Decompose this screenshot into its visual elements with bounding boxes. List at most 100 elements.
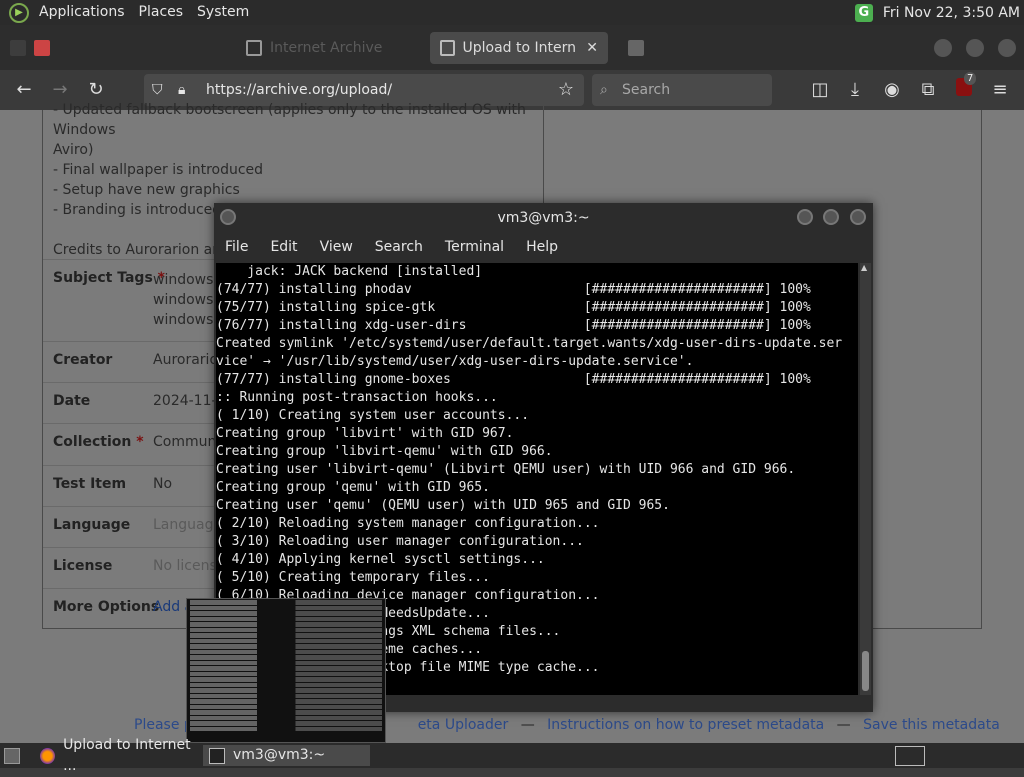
taskbar-label: vm3@vm3:~ <box>233 747 326 763</box>
terminal-close-button[interactable] <box>850 209 866 225</box>
tab-gmail[interactable] <box>10 32 58 64</box>
terminal-maximize-button[interactable] <box>823 209 839 225</box>
extensions-icon[interactable]: ⧉ <box>916 78 940 102</box>
field-value[interactable]: No <box>153 476 172 492</box>
downloads-icon[interactable]: ⤓ <box>843 78 867 102</box>
tab-label: Internet Archive <box>270 40 383 56</box>
scroll-up-icon[interactable]: ▲ <box>861 263 867 272</box>
menu-places[interactable]: Places <box>132 0 191 25</box>
footer-link-save[interactable]: Save this metadata <box>863 717 1000 733</box>
image-icon <box>628 40 644 56</box>
search-placeholder: Search <box>622 82 671 98</box>
footer-link-instructions[interactable]: Instructions on how to preset metadata <box>547 717 824 733</box>
terminal-menubar: File Edit View Search Terminal Help <box>214 235 873 260</box>
field-value[interactable]: No licens <box>153 558 217 574</box>
preview-line <box>190 699 382 704</box>
close-tab-icon[interactable]: ✕ <box>586 32 598 64</box>
description-line: - Updated fallback bootscreen (applies o… <box>53 102 526 138</box>
preview-line <box>190 671 382 676</box>
preview-line <box>190 682 382 687</box>
pocket-icon[interactable]: ◫ <box>808 78 832 102</box>
account-icon[interactable]: ◉ <box>880 78 904 102</box>
taskbar-label: Upload to Internet ... <box>63 736 191 774</box>
preview-line <box>190 721 382 726</box>
taskbar-item-terminal[interactable]: vm3@vm3:~ <box>203 745 370 766</box>
preview-line <box>190 666 382 671</box>
preview-line <box>190 677 382 682</box>
tab-upload[interactable]: Upload to Internet Ar ✕ <box>430 32 608 64</box>
top-panel: ▶ Applications Places System G Fri Nov 2… <box>0 0 1024 25</box>
terminal-line: (77/77) installing gnome-boxes [########… <box>216 372 811 387</box>
menu-icon[interactable]: ≡ <box>988 78 1012 102</box>
field-value[interactable]: Communi <box>153 434 220 450</box>
description-line: - Final wallpaper is introduced <box>53 162 264 178</box>
field-value[interactable]: 2024-11- <box>153 393 217 409</box>
clock[interactable]: Fri Nov 22, 3:50 AM <box>883 5 1024 21</box>
gmail-icon <box>34 40 50 56</box>
bookmark-star-icon[interactable]: ☆ <box>558 74 574 106</box>
applications-logo-icon[interactable]: ▶ <box>9 2 29 23</box>
terminal-menu-file[interactable]: File <box>214 235 259 260</box>
terminal-minimize-button[interactable] <box>797 209 813 225</box>
terminal-line: ( 3/10) Reloading user manager configura… <box>216 534 584 549</box>
preview-line <box>190 622 382 627</box>
footer-link-please[interactable]: Please p <box>134 717 193 733</box>
terminal-line: (76/77) installing xdg-user-dirs [######… <box>216 318 811 333</box>
preview-line <box>190 655 382 660</box>
field-label: More Options <box>53 599 160 615</box>
terminal-menu-search[interactable]: Search <box>364 235 434 260</box>
preview-line <box>190 644 382 649</box>
container-icon <box>10 40 26 56</box>
close-window-button[interactable] <box>998 39 1016 57</box>
terminal-menu-terminal[interactable]: Terminal <box>434 235 515 260</box>
terminal-line: ( 5/10) Creating temporary files... <box>216 570 490 585</box>
field-label: Creator <box>53 352 113 368</box>
maximize-button[interactable] <box>966 39 984 57</box>
forward-icon[interactable]: → <box>48 78 72 102</box>
archive-icon <box>246 40 262 56</box>
terminal-line: Creating group 'libvirt' with GID 967. <box>216 426 514 441</box>
field-label: Language <box>53 517 131 533</box>
field-label: Collection * <box>53 434 144 450</box>
workspace-switcher[interactable] <box>895 746 925 766</box>
description-line: - Setup have new graphics <box>53 182 240 198</box>
back-icon[interactable]: ← <box>12 78 36 102</box>
tab-image[interactable] <box>628 32 652 64</box>
show-desktop-button[interactable] <box>2 745 24 766</box>
description-border <box>543 100 544 220</box>
preview-line <box>190 693 382 698</box>
menu-applications[interactable]: Applications <box>32 0 132 25</box>
footer-link-uploader[interactable]: eta Uploader <box>418 717 509 733</box>
footer-separator: — <box>836 717 851 733</box>
tray-g-icon[interactable]: G <box>854 3 873 22</box>
terminal-line: Created symlink '/etc/systemd/user/defau… <box>216 336 843 351</box>
terminal-menu-edit[interactable]: Edit <box>259 235 308 260</box>
menu-system[interactable]: System <box>190 0 256 25</box>
window-preview-thumbnail[interactable] <box>186 598 386 743</box>
terminal-line: Creating user 'qemu' (QEMU user) with UI… <box>216 498 670 513</box>
url-text[interactable]: https://archive.org/upload/ <box>206 82 392 98</box>
terminal-line: vice' → '/usr/lib/systemd/user/xdg-user-… <box>216 354 694 369</box>
terminal-menu-help[interactable]: Help <box>515 235 569 260</box>
minimize-button[interactable] <box>934 39 952 57</box>
terminal-line: ( 1/10) Creating system user accounts... <box>216 408 530 423</box>
field-label: Subject Tags * <box>53 270 165 286</box>
reload-icon[interactable]: ↻ <box>84 78 108 102</box>
show-desktop-icon <box>4 747 20 764</box>
search-input[interactable]: ⌕ Search <box>592 74 772 106</box>
scrollbar-thumb[interactable] <box>862 651 869 691</box>
field-value[interactable]: Language <box>153 517 222 533</box>
ublock-icon[interactable]: 7 <box>952 72 977 102</box>
terminal-menu-view[interactable]: View <box>309 235 364 260</box>
preview-line <box>190 633 382 638</box>
terminal-scrollbar[interactable]: ▲ <box>860 263 871 695</box>
taskbar-item-firefox[interactable]: Upload to Internet ... <box>36 737 200 774</box>
tab-internet-archive[interactable]: Internet Archive <box>246 32 382 64</box>
preview-line <box>190 688 382 693</box>
field-label: License <box>53 558 113 574</box>
firefox-icon <box>40 747 56 764</box>
terminal-icon <box>209 747 225 764</box>
terminal-line: ( 4/10) Applying kernel sysctl settings.… <box>216 552 545 567</box>
terminal-line: Creating user 'libvirt-qemu' (Libvirt QE… <box>216 462 796 477</box>
search-icon: ⌕ <box>600 82 608 98</box>
